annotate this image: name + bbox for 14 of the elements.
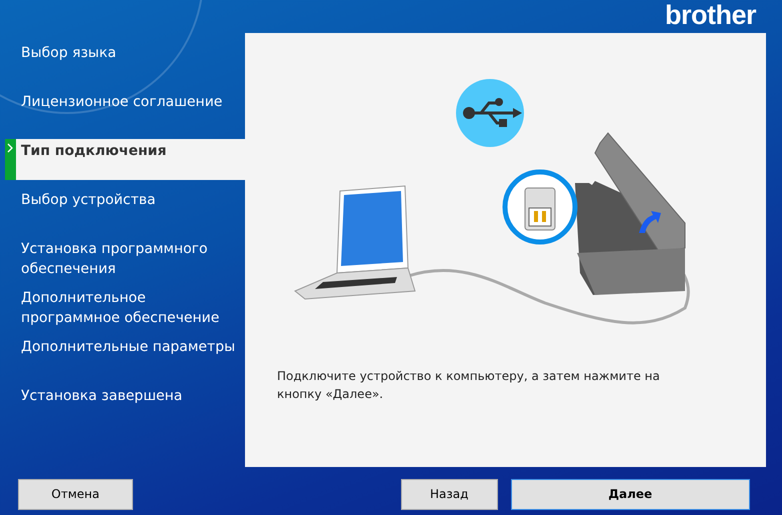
step-label: Установка завершена [20, 387, 182, 406]
step-label: Лицензионное соглашение [20, 93, 222, 112]
back-button[interactable]: Назад [400, 478, 498, 510]
instruction-text: Подключите устройство к компьютеру, а затем нажмите на кнопку «Далее». [276, 368, 661, 403]
next-button[interactable]: Далее [510, 478, 750, 510]
step-label: Дополнительные параметры [20, 338, 236, 357]
step-label: Выбор устройства [20, 191, 156, 210]
cancel-button[interactable]: Отмена [18, 478, 133, 510]
step-label: Дополнительное программное обеспечение [20, 289, 220, 328]
step-label: Выбор языка [20, 44, 116, 63]
step-label: Установка программного обеспечения [20, 240, 209, 279]
step-label: Тип подключения [20, 142, 166, 161]
usb-icon [456, 79, 524, 147]
brand-logo: brother [665, 0, 756, 30]
